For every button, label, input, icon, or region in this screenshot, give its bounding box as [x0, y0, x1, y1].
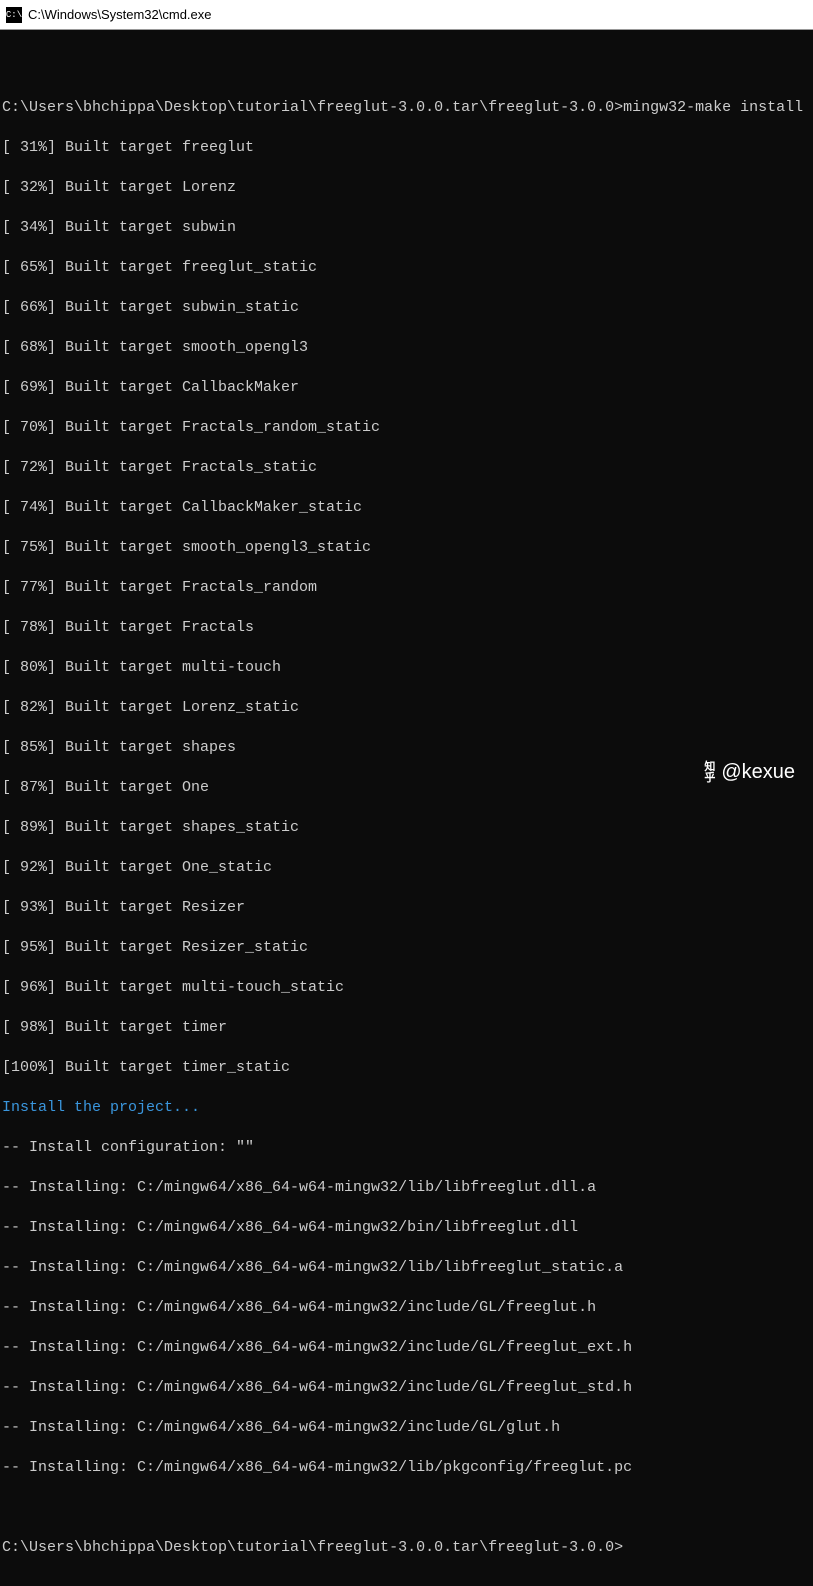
- install-output-line: -- Installing: C:/mingw64/x86_64-w64-min…: [2, 1258, 811, 1278]
- prompt-line: C:\Users\bhchippa\Desktop\tutorial\freeg…: [2, 98, 811, 118]
- build-output-line: [ 82%] Built target Lorenz_static: [2, 698, 811, 718]
- terminal-output[interactable]: C:\Users\bhchippa\Desktop\tutorial\freeg…: [0, 30, 813, 1586]
- build-output-line: [ 96%] Built target multi-touch_static: [2, 978, 811, 998]
- build-output-line: [ 77%] Built target Fractals_random: [2, 578, 811, 598]
- watermark: 知乎 @kexue: [704, 761, 795, 784]
- build-output-line: [ 70%] Built target Fractals_random_stat…: [2, 418, 811, 438]
- build-output-line: [ 78%] Built target Fractals: [2, 618, 811, 638]
- zhihu-logo-icon: 知乎: [704, 762, 715, 784]
- build-output-line: [ 80%] Built target multi-touch: [2, 658, 811, 678]
- install-output-line: -- Installing: C:/mingw64/x86_64-w64-min…: [2, 1458, 811, 1478]
- build-output-line: [ 93%] Built target Resizer: [2, 898, 811, 918]
- install-output-line: -- Installing: C:/mingw64/x86_64-w64-min…: [2, 1418, 811, 1438]
- command-text: mingw32-make install: [623, 98, 803, 118]
- build-output-line: [ 31%] Built target freeglut: [2, 138, 811, 158]
- build-output-line: [ 72%] Built target Fractals_static: [2, 458, 811, 478]
- build-output-line: [ 85%] Built target shapes: [2, 738, 811, 758]
- build-output-line: [ 92%] Built target One_static: [2, 858, 811, 878]
- build-output-line: [ 87%] Built target One: [2, 778, 811, 798]
- install-header: Install the project...: [2, 1098, 811, 1118]
- build-output-line: [ 66%] Built target subwin_static: [2, 298, 811, 318]
- install-output-line: -- Installing: C:/mingw64/x86_64-w64-min…: [2, 1178, 811, 1198]
- install-config-line: -- Install configuration: "": [2, 1138, 811, 1158]
- watermark-text: @kexue: [721, 761, 795, 784]
- build-output-line: [ 69%] Built target CallbackMaker: [2, 378, 811, 398]
- build-output-line: [ 74%] Built target CallbackMaker_static: [2, 498, 811, 518]
- build-output-line: [100%] Built target timer_static: [2, 1058, 811, 1078]
- build-output-line: [ 98%] Built target timer: [2, 1018, 811, 1038]
- build-output-line: [ 89%] Built target shapes_static: [2, 818, 811, 838]
- build-output-line: [ 75%] Built target smooth_opengl3_stati…: [2, 538, 811, 558]
- build-output-line: [ 32%] Built target Lorenz: [2, 178, 811, 198]
- build-output-line: [ 34%] Built target subwin: [2, 218, 811, 238]
- build-output-line: [ 95%] Built target Resizer_static: [2, 938, 811, 958]
- prompt-path: C:\Users\bhchippa\Desktop\tutorial\freeg…: [2, 98, 623, 118]
- build-output-line: [ 65%] Built target freeglut_static: [2, 258, 811, 278]
- install-output-line: -- Installing: C:/mingw64/x86_64-w64-min…: [2, 1338, 811, 1358]
- install-output-line: -- Installing: C:/mingw64/x86_64-w64-min…: [2, 1378, 811, 1398]
- build-output-line: [ 68%] Built target smooth_opengl3: [2, 338, 811, 358]
- install-output-line: -- Installing: C:/mingw64/x86_64-w64-min…: [2, 1218, 811, 1238]
- window-title: C:\Windows\System32\cmd.exe: [28, 7, 212, 22]
- cmd-icon: C:\: [6, 7, 22, 23]
- final-prompt: C:\Users\bhchippa\Desktop\tutorial\freeg…: [2, 1538, 811, 1558]
- window-titlebar[interactable]: C:\ C:\Windows\System32\cmd.exe: [0, 0, 813, 30]
- install-output-line: -- Installing: C:/mingw64/x86_64-w64-min…: [2, 1298, 811, 1318]
